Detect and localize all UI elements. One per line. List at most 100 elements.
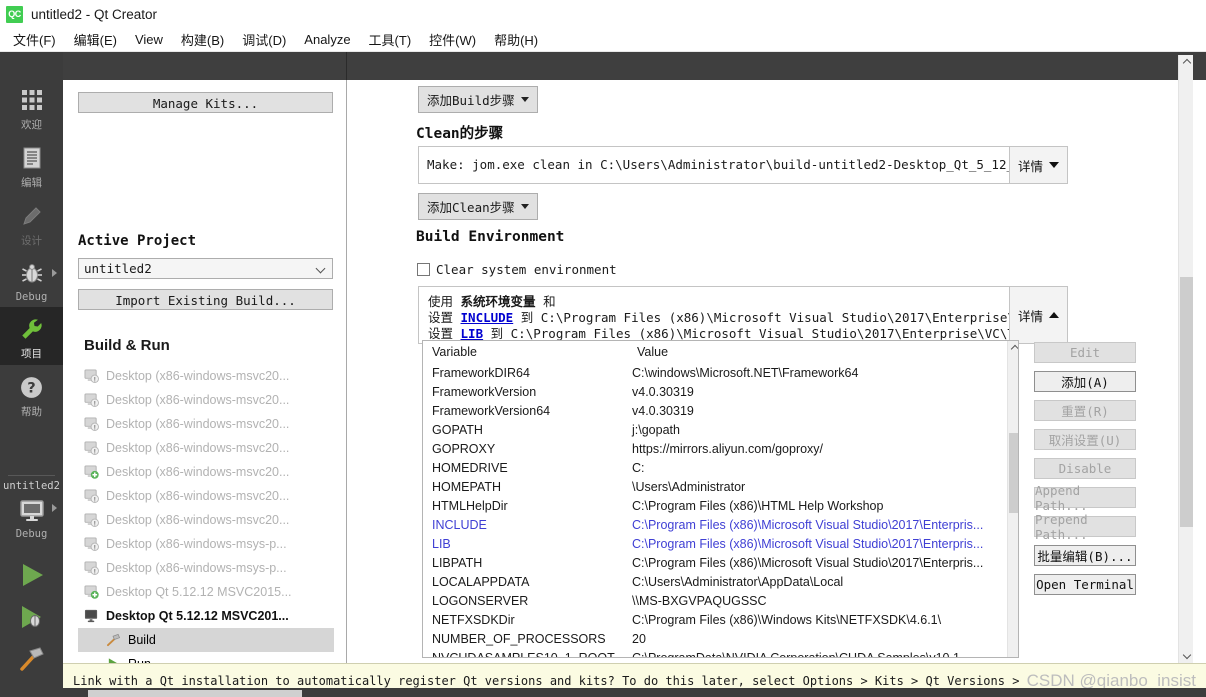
menu-build[interactable]: 构建(B) bbox=[172, 28, 233, 51]
env-append-path-button: Append Path... bbox=[1034, 483, 1136, 513]
kit-warning-icon: ! bbox=[84, 537, 99, 551]
tree-item[interactable]: Desktop Qt 5.12.12 MSVC201... bbox=[78, 604, 334, 628]
add-build-step-button[interactable]: 添加Build步骤 bbox=[418, 86, 538, 113]
svg-text:!: ! bbox=[93, 544, 96, 551]
kit-warning-icon: ! bbox=[84, 513, 99, 527]
project-settings-panel: Manage Kits... Active Project untitled2 … bbox=[64, 80, 395, 697]
kit-add-icon bbox=[84, 465, 99, 479]
column-header-value[interactable]: Value bbox=[628, 345, 1007, 359]
sidebar-item-welcome[interactable]: 欢迎 bbox=[0, 78, 63, 136]
build-button[interactable] bbox=[0, 636, 63, 678]
menu-view[interactable]: View bbox=[126, 30, 172, 49]
env-open-terminal-button[interactable]: Open Terminal bbox=[1034, 574, 1136, 595]
env-variable-value: v4.0.30319 bbox=[632, 384, 694, 399]
chevron-right-icon-kit[interactable] bbox=[52, 504, 57, 512]
menu-file[interactable]: 文件(F) bbox=[4, 28, 65, 51]
menu-tools[interactable]: 工具(T) bbox=[360, 28, 421, 51]
tree-item[interactable]: Build bbox=[78, 628, 334, 652]
scroll-down-arrow[interactable] bbox=[1179, 649, 1194, 663]
chevron-up-icon bbox=[1049, 312, 1059, 318]
include-link[interactable]: INCLUDE bbox=[461, 310, 514, 325]
table-row[interactable]: GOPROXY https://mirrors.aliyun.com/goprox… bbox=[423, 439, 1007, 458]
main-content-scrollbar[interactable] bbox=[1178, 55, 1193, 663]
table-row[interactable]: INCLUDE C:\Program Files (x86)\Microsoft … bbox=[423, 515, 1007, 534]
build-environment-heading: Build Environment bbox=[416, 229, 565, 245]
clear-system-environment-row[interactable]: Clear system environment bbox=[417, 262, 617, 277]
active-project-select[interactable]: untitled2 bbox=[78, 258, 333, 279]
environment-details-button[interactable]: 详情 bbox=[1009, 287, 1067, 343]
environment-table-scrollbar[interactable] bbox=[1007, 341, 1018, 657]
tree-item[interactable]: ! Desktop (x86-windows-msvc20... bbox=[78, 364, 334, 388]
chevron-down-icon bbox=[520, 97, 529, 102]
table-row[interactable]: NETFXSDKDir C:\Program Files (x86)\Window… bbox=[423, 610, 1007, 629]
hammer-icon bbox=[17, 644, 47, 674]
table-row[interactable]: HOMEPATH \Users\Administrator bbox=[423, 477, 1007, 496]
chevron-down-icon bbox=[520, 204, 529, 209]
svg-text:!: ! bbox=[93, 400, 96, 407]
play-bug-icon bbox=[17, 602, 47, 632]
menu-edit[interactable]: 编辑(E) bbox=[65, 28, 126, 51]
clear-system-environment-checkbox[interactable] bbox=[417, 263, 430, 276]
environment-summary-box: 使用 系统环境变量 和 设置 INCLUDE 到 C:\Program File… bbox=[418, 286, 1068, 344]
tree-item-label: Desktop (x86-windows-msvc20... bbox=[106, 417, 290, 431]
menu-window[interactable]: 控件(W) bbox=[420, 28, 485, 51]
kit-warning-icon: ! bbox=[84, 393, 99, 407]
tree-item[interactable]: ! Desktop (x86-windows-msys-p... bbox=[78, 556, 334, 580]
menu-analyze[interactable]: Analyze bbox=[295, 30, 359, 49]
table-row[interactable]: LIBPATH C:\Program Files (x86)\Microsoft … bbox=[423, 553, 1007, 572]
scrollbar-thumb[interactable] bbox=[1009, 433, 1018, 513]
manage-kits-button[interactable]: Manage Kits... bbox=[78, 92, 333, 113]
table-row[interactable]: NVCUDASAMPLES10_1_ROOT C:\ProgramData\NVI… bbox=[423, 648, 1007, 658]
clean-step-details-button[interactable]: 详情 bbox=[1009, 147, 1067, 183]
table-row[interactable]: LIB C:\Program Files (x86)\Microsoft Visu… bbox=[423, 534, 1007, 553]
env-batch-edit-button[interactable]: 批量编辑(B)... bbox=[1034, 545, 1136, 566]
table-row[interactable]: NUMBER_OF_PROCESSORS 20 bbox=[423, 629, 1007, 648]
tree-item[interactable]: ! Desktop (x86-windows-msvc20... bbox=[78, 436, 334, 460]
sidebar-item-projects[interactable]: 项目 bbox=[0, 307, 63, 365]
env-summary-line-1: 使用 系统环境变量 和 bbox=[428, 294, 556, 309]
pencil-icon bbox=[17, 201, 47, 231]
table-row[interactable]: FrameworkDIR64 C:\windows\Microsoft.NET\F… bbox=[423, 363, 1007, 382]
table-row[interactable]: FrameworkVersion v4.0.30319 bbox=[423, 382, 1007, 401]
clean-steps-heading: Clean的步骤 bbox=[416, 126, 504, 142]
kit-selector-button[interactable]: Debug bbox=[0, 494, 63, 544]
menu-debug[interactable]: 调试(D) bbox=[233, 28, 295, 51]
svg-text:!: ! bbox=[93, 568, 96, 575]
sidebar-item-design[interactable]: 设计 bbox=[0, 194, 63, 252]
env-variable-name: LOCALAPPDATA bbox=[432, 574, 530, 589]
sidebar-item-help[interactable]: ? 帮助 bbox=[0, 365, 63, 423]
table-row[interactable]: HOMEDRIVE C: bbox=[423, 458, 1007, 477]
sidebar-item-edit[interactable]: 编辑 bbox=[0, 136, 63, 194]
table-row[interactable]: HTMLHelpDir C:\Program Files (x86)\HTML H… bbox=[423, 496, 1007, 515]
output-pane-tab[interactable] bbox=[88, 690, 302, 697]
tree-item[interactable]: Desktop Qt 5.12.12 MSVC2015... bbox=[78, 580, 334, 604]
tree-item[interactable]: ! Desktop (x86-windows-msys-p... bbox=[78, 532, 334, 556]
chevron-right-icon[interactable] bbox=[52, 269, 57, 277]
scroll-up-arrow[interactable] bbox=[1008, 341, 1018, 355]
debug-run-button[interactable] bbox=[0, 594, 63, 636]
sidebar-item-debug[interactable]: Debug bbox=[0, 252, 63, 307]
tree-item[interactable]: ! Desktop (x86-windows-msvc20... bbox=[78, 484, 334, 508]
run-button[interactable] bbox=[0, 544, 63, 594]
import-existing-build-button[interactable]: Import Existing Build... bbox=[78, 289, 333, 310]
lib-link[interactable]: LIB bbox=[461, 326, 484, 341]
tree-item[interactable]: ! Desktop (x86-windows-msvc20... bbox=[78, 508, 334, 532]
scroll-up-arrow[interactable] bbox=[1179, 55, 1194, 69]
table-row[interactable]: LOCALAPPDATA C:\Users\Administrator\AppDa… bbox=[423, 572, 1007, 591]
table-row[interactable]: FrameworkVersion64 v4.0.30319 bbox=[423, 401, 1007, 420]
kit-selector-project[interactable]: untitled2 bbox=[0, 480, 63, 492]
mode-selector-bar: 欢迎 编辑 设计 Debug 项目 ? 帮助 untitled2 Debug bbox=[0, 52, 63, 697]
window-title: untitled2 - Qt Creator bbox=[31, 6, 158, 22]
tree-item[interactable]: ! Desktop (x86-windows-msvc20... bbox=[78, 388, 334, 412]
menu-help[interactable]: 帮助(H) bbox=[485, 28, 547, 51]
table-row[interactable]: LOGONSERVER \\MS-BXGVPAQUGSSC bbox=[423, 591, 1007, 610]
tree-item[interactable]: Desktop (x86-windows-msvc20... bbox=[78, 460, 334, 484]
column-header-variable[interactable]: Variable bbox=[423, 345, 628, 359]
add-clean-step-button[interactable]: 添加Clean步骤 bbox=[418, 193, 538, 220]
tree-item[interactable]: ! Desktop (x86-windows-msvc20... bbox=[78, 412, 334, 436]
svg-text:!: ! bbox=[93, 448, 96, 455]
scrollbar-thumb[interactable] bbox=[1180, 277, 1193, 527]
env-add-button[interactable]: 添加(A) bbox=[1034, 371, 1136, 392]
env-reset-button: 重置(R) bbox=[1034, 400, 1136, 421]
table-row[interactable]: GOPATH j:\gopath bbox=[423, 420, 1007, 439]
